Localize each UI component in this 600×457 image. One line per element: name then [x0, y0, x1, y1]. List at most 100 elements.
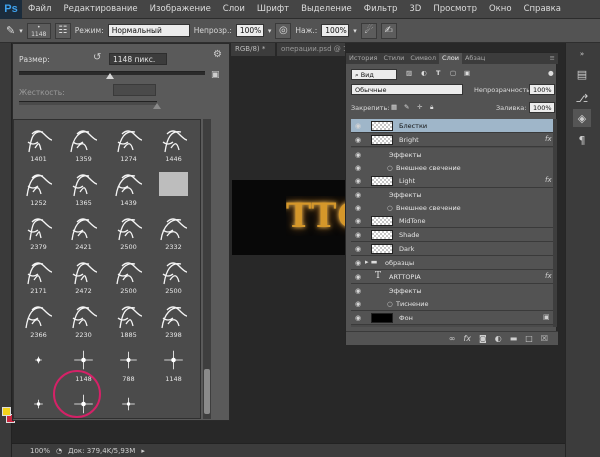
lock-transparency-icon[interactable]: ▦ [391, 103, 397, 111]
add-mask-icon[interactable]: ◙ [479, 334, 487, 343]
chevron-down-icon[interactable]: ▾ [19, 27, 23, 35]
paragraph-icon[interactable]: ¶ [573, 131, 591, 149]
menu-layers[interactable]: Слои [217, 4, 251, 14]
mode-select[interactable]: Нормальный [107, 24, 190, 37]
brush-preset[interactable]: 2332 [155, 212, 192, 251]
layer-row[interactable]: ◉ ▸ ▬ образцы [351, 256, 553, 270]
menu-3d[interactable]: 3D [403, 4, 427, 14]
pressure-opacity-icon[interactable]: ◎ [275, 22, 292, 39]
collapse-icon[interactable]: » [573, 45, 591, 63]
layer-row[interactable]: ◉ Shade [351, 228, 553, 242]
hardness-slider-thumb[interactable] [153, 103, 161, 109]
blend-mode-select[interactable]: Обычные [351, 84, 463, 95]
lock-all-icon[interactable]: 🔒︎ [430, 103, 433, 112]
brush-preset[interactable]: 1148 [155, 344, 192, 383]
effect-visibility-icon[interactable]: ○ [387, 164, 393, 172]
brush-preset[interactable]: 1359 [65, 124, 102, 163]
brush-preset[interactable]: 788 [110, 344, 147, 383]
visibility-eye-icon[interactable]: ◉ [355, 191, 361, 199]
document-tab-1[interactable]: RGB/8) * [231, 43, 275, 56]
chevron-down-icon[interactable]: ▾ [268, 27, 272, 35]
link-layers-icon[interactable]: ∞ [449, 334, 456, 343]
filter-type-icon[interactable]: T [436, 69, 440, 77]
layers-scrollbar[interactable] [553, 119, 557, 327]
layer-row[interactable]: ◉ ○ Внешнее свечение [351, 161, 553, 175]
visibility-eye-icon[interactable]: ◉ [355, 122, 361, 130]
brush-grid-scrollbar[interactable] [203, 119, 211, 419]
layer-filter-select[interactable]: ⌕ Вид [351, 69, 397, 80]
layer-row[interactable]: ◉ Эффекты [351, 188, 553, 202]
brush-preset[interactable]: 1885 [110, 300, 147, 339]
layers-icon[interactable]: ◈ [573, 109, 591, 127]
foreground-color-swatch[interactable] [2, 407, 11, 416]
visibility-eye-icon[interactable]: ◉ [355, 164, 361, 172]
new-preset-icon[interactable]: ▣ [211, 70, 220, 80]
trash-icon[interactable]: ☒ [541, 334, 548, 343]
brush-preset[interactable]: 1148 [20, 388, 57, 418]
hardness-input[interactable] [113, 84, 156, 96]
brush-preset[interactable]: 2500 [155, 256, 192, 295]
tab-styles[interactable]: Стили [380, 53, 407, 64]
brush-preset[interactable]: 1446 [155, 124, 192, 163]
visibility-eye-icon[interactable]: ◉ [355, 287, 361, 295]
brush-preset[interactable]: 1252 [20, 168, 57, 207]
visibility-eye-icon[interactable]: ◉ [355, 273, 361, 281]
brush-preset[interactable]: 2500 [110, 256, 147, 295]
gear-icon[interactable]: ⚙ [213, 49, 222, 60]
brush-panel-toggle-icon[interactable]: ☷ [54, 22, 71, 39]
visibility-eye-icon[interactable]: ◉ [355, 300, 361, 308]
visibility-eye-icon[interactable]: ◉ [355, 217, 361, 225]
document-tab-2[interactable]: операции.psd @ 100% (Black [277, 43, 345, 56]
brush-preset[interactable]: 2398 [155, 300, 192, 339]
layer-fx-icon[interactable]: fx [545, 272, 552, 280]
visibility-eye-icon[interactable]: ◉ [355, 245, 361, 253]
layer-row[interactable]: ◉ Bright fx [351, 133, 553, 147]
brush-preset[interactable]: 1439 [110, 168, 147, 207]
brush-preset[interactable]: 1401 [20, 124, 57, 163]
zoom-level[interactable]: 100% [30, 447, 50, 455]
visibility-eye-icon[interactable]: ◉ [355, 314, 361, 322]
history-icon[interactable]: ▤ [573, 65, 591, 83]
layer-row[interactable]: ◉ ○ Внешнее свечение [351, 201, 553, 215]
brush-tool-icon[interactable]: ✎ [6, 24, 15, 37]
effect-visibility-icon[interactable]: ○ [387, 204, 393, 212]
visibility-eye-icon[interactable]: ◉ [355, 136, 361, 144]
airbrush-icon[interactable]: ☄ [360, 22, 377, 39]
filter-image-icon[interactable]: ▨ [406, 69, 412, 77]
tab-paragraph[interactable]: Абзац [462, 53, 488, 64]
new-layer-icon[interactable]: □ [525, 334, 533, 343]
fill-field[interactable]: 100% [529, 102, 555, 113]
brush-preset[interactable]: 1274 [110, 124, 147, 163]
menu-window[interactable]: Окно [483, 4, 518, 14]
layer-opacity-field[interactable]: 100% [529, 84, 555, 95]
layer-row[interactable]: ◉ ○ Тиснение [351, 297, 553, 311]
chevron-right-icon[interactable]: ▸ [141, 447, 145, 455]
layer-fx-icon[interactable]: fx [545, 135, 552, 143]
layer-row[interactable]: ◉ T ARTTOPIA fx [351, 270, 553, 284]
layer-row[interactable]: ◉ MidTone [351, 214, 553, 228]
brush-grid-scroll-thumb[interactable] [204, 369, 210, 414]
menu-help[interactable]: Справка [518, 4, 567, 14]
brush-preset[interactable]: 2421 [65, 212, 102, 251]
tab-history[interactable]: История [346, 53, 380, 64]
status-icon[interactable]: ◔ [56, 447, 62, 455]
layer-row[interactable]: ◉ Light fx [351, 174, 553, 188]
brush-preset[interactable]: 2500 [110, 212, 147, 251]
brush-preset[interactable]: 2230 [65, 300, 102, 339]
brush-preset-picker[interactable]: • 1148 [26, 22, 51, 39]
layer-row[interactable]: ◉ Фон ▣ [351, 311, 553, 325]
layer-row[interactable]: ◉ Эффекты [351, 284, 553, 298]
add-style-icon[interactable]: fx [463, 334, 471, 343]
layer-row[interactable]: ◉ Блестки [351, 119, 553, 133]
new-adjustment-icon[interactable]: ◐ [495, 334, 502, 343]
visibility-eye-icon[interactable]: ◉ [355, 177, 361, 185]
filter-smart-icon[interactable]: ▣ [464, 69, 470, 77]
reset-size-icon[interactable]: ↺ [93, 52, 101, 63]
new-group-icon[interactable]: ▬ [510, 334, 518, 343]
layer-row[interactable]: ◉ Dark [351, 242, 553, 256]
menu-select[interactable]: Выделение [295, 4, 358, 14]
hardness-slider[interactable] [19, 101, 157, 105]
visibility-eye-icon[interactable]: ◉ [355, 151, 361, 159]
layer-row[interactable]: ◉ Эффекты [351, 148, 553, 162]
brush-preset[interactable] [155, 168, 192, 205]
